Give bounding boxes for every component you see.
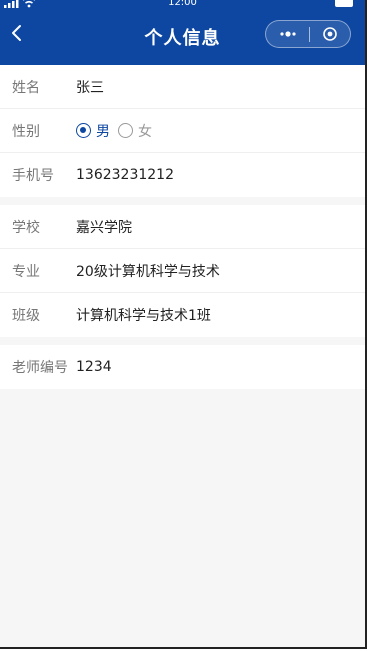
teacher-id-row: 老师编号 1234 [0, 345, 365, 389]
major-row: 专业 20级计算机科学与技术 [0, 249, 365, 293]
gender-radio-male[interactable]: 男 [76, 121, 110, 141]
phone-value: 13623231212 [76, 167, 174, 183]
nav-bar: 个人信息 [0, 14, 365, 62]
major-label: 专业 [12, 263, 40, 280]
school-label: 学校 [12, 219, 40, 236]
radio-unchecked-icon [118, 123, 133, 138]
teacher-id-label: 老师编号 [12, 360, 68, 376]
gender-radio-female[interactable]: 女 [118, 121, 152, 141]
battery-icon [335, 0, 353, 7]
phone-label: 手机号 [12, 168, 54, 184]
school-section: 学校 嘉兴学院 专业 20级计算机科学与技术 班级 计算机科学与技术1班 [0, 205, 365, 337]
gender-radio-group: 男 女 [76, 121, 160, 141]
teacher-id-value: 1234 [76, 359, 112, 375]
personal-section: 姓名 张三 性别 男 女 手机号 13623231212 [0, 65, 365, 197]
close-mini-program-icon[interactable] [322, 26, 338, 42]
gender-option-label: 男 [96, 123, 110, 140]
phone-row: 手机号 13623231212 [0, 153, 365, 197]
class-row: 班级 计算机科学与技术1班 [0, 293, 365, 337]
school-value: 嘉兴学院 [76, 219, 132, 236]
mini-program-capsule [265, 20, 351, 48]
teacher-section: 老师编号 1234 [0, 345, 365, 389]
name-row: 姓名 张三 [0, 65, 365, 109]
name-label: 姓名 [12, 79, 40, 96]
radio-checked-icon [76, 123, 91, 138]
status-time: 12:00 [168, 0, 197, 8]
name-value: 张三 [76, 79, 104, 96]
more-icon[interactable] [278, 25, 298, 43]
class-value: 计算机科学与技术1班 [76, 308, 211, 324]
screen: 12:00 个人信息 姓名 张三 性别 男 女 手机号 13623231212 … [0, 0, 367, 649]
class-label: 班级 [12, 308, 40, 324]
capsule-divider [309, 27, 310, 42]
header: 12:00 个人信息 [0, 0, 365, 65]
major-value: 20级计算机科学与技术 [76, 263, 220, 280]
gender-label: 性别 [12, 123, 40, 140]
gender-row: 性别 男 女 [0, 109, 365, 153]
status-bar: 12:00 [0, 0, 365, 14]
gender-option-label: 女 [138, 123, 152, 140]
school-row: 学校 嘉兴学院 [0, 205, 365, 249]
